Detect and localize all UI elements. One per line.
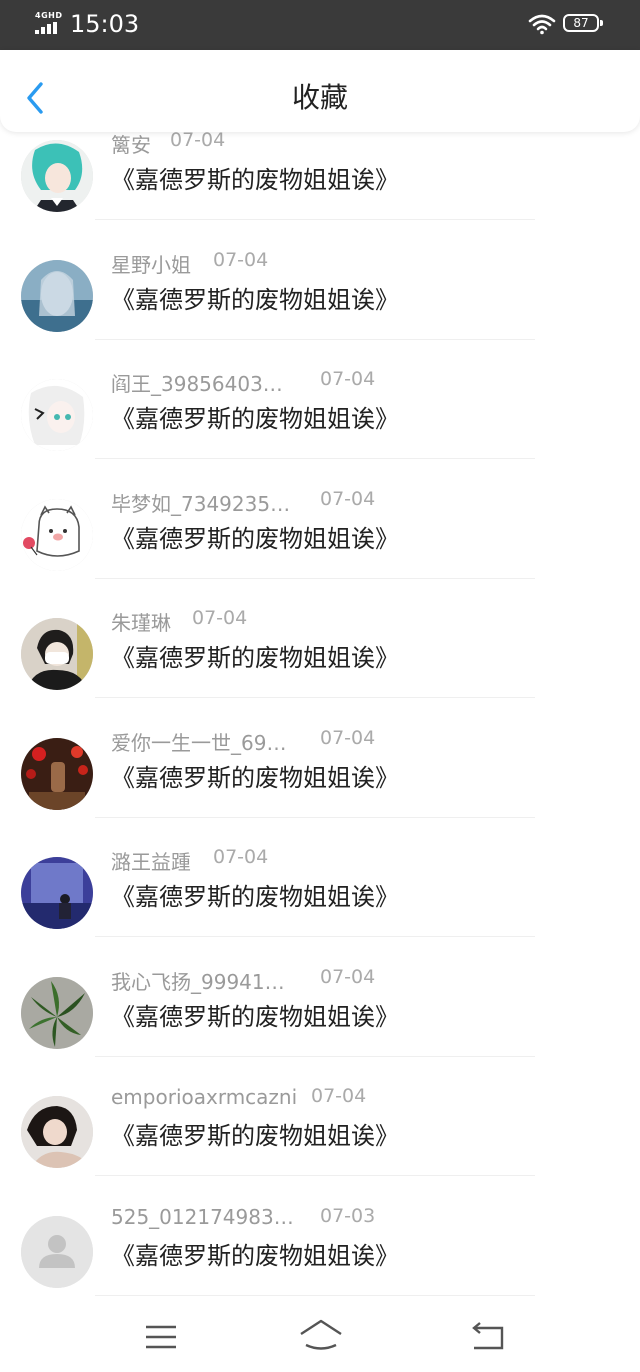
avatar bbox=[21, 1096, 93, 1168]
favorite-date: 07-04 bbox=[311, 1085, 367, 1107]
system-back-button[interactable] bbox=[470, 1322, 506, 1352]
book-title: 《嘉德罗斯的废物姐姐诶》 bbox=[111, 883, 399, 911]
user-name: 毕梦如_7349235… bbox=[111, 491, 291, 516]
favorite-date: 07-04 bbox=[192, 607, 248, 629]
battery-level: 87 bbox=[573, 16, 589, 30]
favorite-date: 07-04 bbox=[213, 248, 269, 271]
favorite-date: 07-03 bbox=[320, 1204, 376, 1227]
status-bar: 4GHD 15:03 87 bbox=[0, 0, 640, 50]
list-item[interactable]: 毕梦如_7349235… 07-04 《嘉德罗斯的废物姐姐诶》 bbox=[0, 447, 640, 571]
book-title: 《嘉德罗斯的废物姐姐诶》 bbox=[111, 405, 399, 433]
avatar bbox=[21, 498, 93, 571]
avatar bbox=[21, 259, 93, 332]
favorite-date: 07-04 bbox=[320, 965, 376, 988]
book-title: 《嘉德罗斯的废物姐姐诶》 bbox=[111, 285, 399, 314]
book-title: 《嘉德罗斯的废物姐姐诶》 bbox=[111, 1241, 399, 1270]
network-type: 4GHD bbox=[35, 11, 63, 20]
book-title: 《嘉德罗斯的废物姐姐诶》 bbox=[111, 644, 399, 672]
book-title: 《嘉德罗斯的废物姐姐诶》 bbox=[111, 1002, 399, 1031]
book-title: 《嘉德罗斯的废物姐姐诶》 bbox=[111, 166, 399, 194]
favorite-date: 07-04 bbox=[320, 726, 376, 749]
list-item[interactable]: 朱瑾琳 07-04 《嘉德罗斯的废物姐姐诶》 bbox=[0, 566, 640, 690]
list-item[interactable]: 星野小姐 07-04 《嘉德罗斯的废物姐姐诶》 bbox=[0, 208, 640, 332]
user-name: 爱你一生一世_69… bbox=[111, 730, 287, 755]
clock-time: 15:03 bbox=[70, 10, 140, 38]
book-title: 《嘉德罗斯的废物姐姐诶》 bbox=[111, 524, 399, 553]
back-icon bbox=[472, 1322, 504, 1350]
avatar bbox=[21, 1215, 93, 1288]
avatar bbox=[21, 976, 93, 1049]
book-title: 《嘉德罗斯的废物姐姐诶》 bbox=[111, 763, 399, 792]
system-nav-bar bbox=[0, 1302, 640, 1372]
battery-icon: 87 bbox=[563, 14, 603, 32]
favorite-date: 07-04 bbox=[213, 846, 269, 868]
favorites-list: 篱安 07-04 《嘉德罗斯的废物姐姐诶》 星野小姐 07-04 《嘉德罗斯的废物姐… bbox=[0, 132, 640, 1302]
avatar bbox=[21, 379, 93, 451]
cellular-signal-icon: 4GHD bbox=[35, 11, 65, 35]
user-placeholder-icon bbox=[21, 1215, 93, 1288]
user-name: 潞王益踵 bbox=[111, 850, 191, 874]
divider bbox=[95, 1295, 535, 1296]
menu-icon bbox=[146, 1325, 176, 1349]
avatar bbox=[21, 737, 93, 810]
avatar bbox=[21, 140, 93, 212]
menu-button[interactable] bbox=[144, 1324, 178, 1350]
list-item[interactable]: 阎王_39856403… 07-04 《嘉德罗斯的废物姐姐诶》 bbox=[0, 327, 640, 451]
user-name: 朱瑾琳 bbox=[111, 611, 171, 635]
user-name: 星野小姐 bbox=[111, 252, 191, 277]
header-bar: 收藏 bbox=[0, 50, 640, 132]
favorite-date: 07-04 bbox=[320, 487, 376, 510]
book-title: 《嘉德罗斯的废物姐姐诶》 bbox=[111, 1122, 399, 1150]
home-icon bbox=[300, 1319, 342, 1350]
page-title: 收藏 bbox=[291, 81, 348, 114]
favorite-date: 07-04 bbox=[320, 368, 376, 390]
list-item[interactable]: 爱你一生一世_69… 07-04 《嘉德罗斯的废物姐姐诶》 bbox=[0, 686, 640, 810]
user-name: 我心飞扬_99941… bbox=[111, 969, 285, 994]
avatar bbox=[21, 857, 93, 929]
wifi-icon bbox=[528, 14, 556, 35]
user-name: emporioaxrmcazni bbox=[111, 1085, 298, 1109]
list-item[interactable]: 我心飞扬_99941… 07-04 《嘉德罗斯的废物姐姐诶》 bbox=[0, 925, 640, 1049]
list-item[interactable]: 525_012174983… 07-03 《嘉德罗斯的废物姐姐诶》 bbox=[0, 1164, 640, 1288]
list-item[interactable]: emporioaxrmcazni 07-04 《嘉德罗斯的废物姐姐诶》 bbox=[0, 1044, 640, 1168]
home-button[interactable] bbox=[298, 1318, 344, 1352]
user-name: 525_012174983… bbox=[111, 1204, 294, 1229]
list-item[interactable]: 潞王益踵 07-04 《嘉德罗斯的废物姐姐诶》 bbox=[0, 805, 640, 929]
user-name: 阎王_39856403… bbox=[111, 372, 283, 396]
avatar bbox=[21, 618, 93, 690]
